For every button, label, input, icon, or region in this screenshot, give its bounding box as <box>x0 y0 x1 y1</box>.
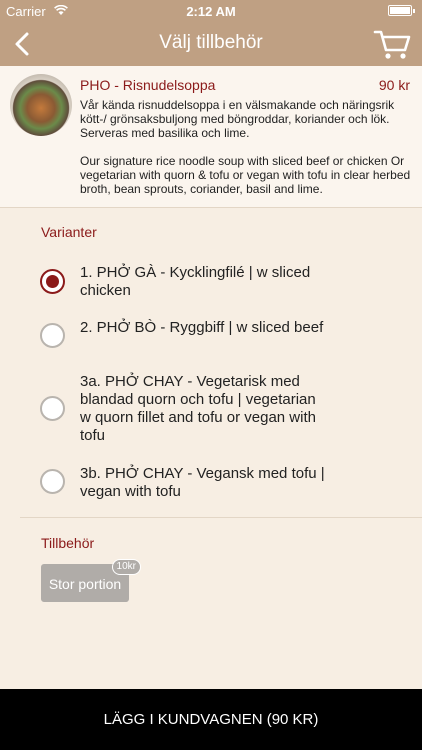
status-bar: Carrier 2:12 AM <box>0 0 422 22</box>
variant-option[interactable]: 3b. PHỞ CHAY - Vegansk med tofu | vegan … <box>0 463 422 503</box>
product-image <box>10 74 72 136</box>
battery-icon <box>388 5 415 16</box>
add-to-cart-button[interactable]: LÄGG I KUNDVAGNEN (90 KR) <box>0 689 422 750</box>
addon-large-portion-button[interactable]: Stor portion 10kr <box>41 559 141 602</box>
product-name: PHO - Risnudelsoppa <box>80 77 216 93</box>
variant-label: 1. PHỞ GÀ - Kycklingfilé | w sliced chic… <box>80 264 311 299</box>
nav-bar: Välj tillbehör <box>0 22 422 66</box>
variant-label: 2. PHỞ BÒ - Ryggbiff | w sliced beef <box>80 319 324 336</box>
radio-unselected[interactable] <box>40 396 65 421</box>
variant-option[interactable]: 3a. PHỞ CHAY - Vegetarisk med blandad qu… <box>0 372 422 448</box>
addons-heading: Tillbehör <box>41 535 95 551</box>
radio-unselected[interactable] <box>40 469 65 494</box>
variant-label: 3a. PHỞ CHAY - Vegetarisk med blandad qu… <box>80 373 316 444</box>
product-description-en: Our signature rice noodle soup with slic… <box>80 154 411 196</box>
add-to-cart-label: LÄGG I KUNDVAGNEN (90 KR) <box>103 711 319 728</box>
page-title: Välj tillbehör <box>159 32 263 53</box>
radio-selected[interactable] <box>40 269 65 294</box>
product-card: PHO - Risnudelsoppa 90 kr Vår kända risn… <box>0 66 422 208</box>
product-description: Vår kända risnuddelsoppa i en välsmakand… <box>80 98 416 196</box>
product-description-sv: Vår kända risnuddelsoppa i en välsmakand… <box>80 98 395 140</box>
addon-label: Stor portion <box>48 576 122 592</box>
variant-label: 3b. PHỞ CHAY - Vegansk med tofu | vegan … <box>80 465 325 500</box>
cart-icon[interactable] <box>372 26 412 62</box>
section-divider <box>20 517 422 518</box>
addon-price-badge: 10kr <box>111 559 141 575</box>
product-price: 90 kr <box>378 77 410 93</box>
radio-unselected[interactable] <box>40 323 65 348</box>
status-time: 2:12 AM <box>186 4 236 19</box>
variant-option[interactable]: 1. PHỞ GÀ - Kycklingfilé | w sliced chic… <box>0 262 422 302</box>
variants-heading: Varianter <box>41 224 97 240</box>
variant-option[interactable]: 2. PHỞ BÒ - Ryggbiff | w sliced beef <box>0 317 422 357</box>
